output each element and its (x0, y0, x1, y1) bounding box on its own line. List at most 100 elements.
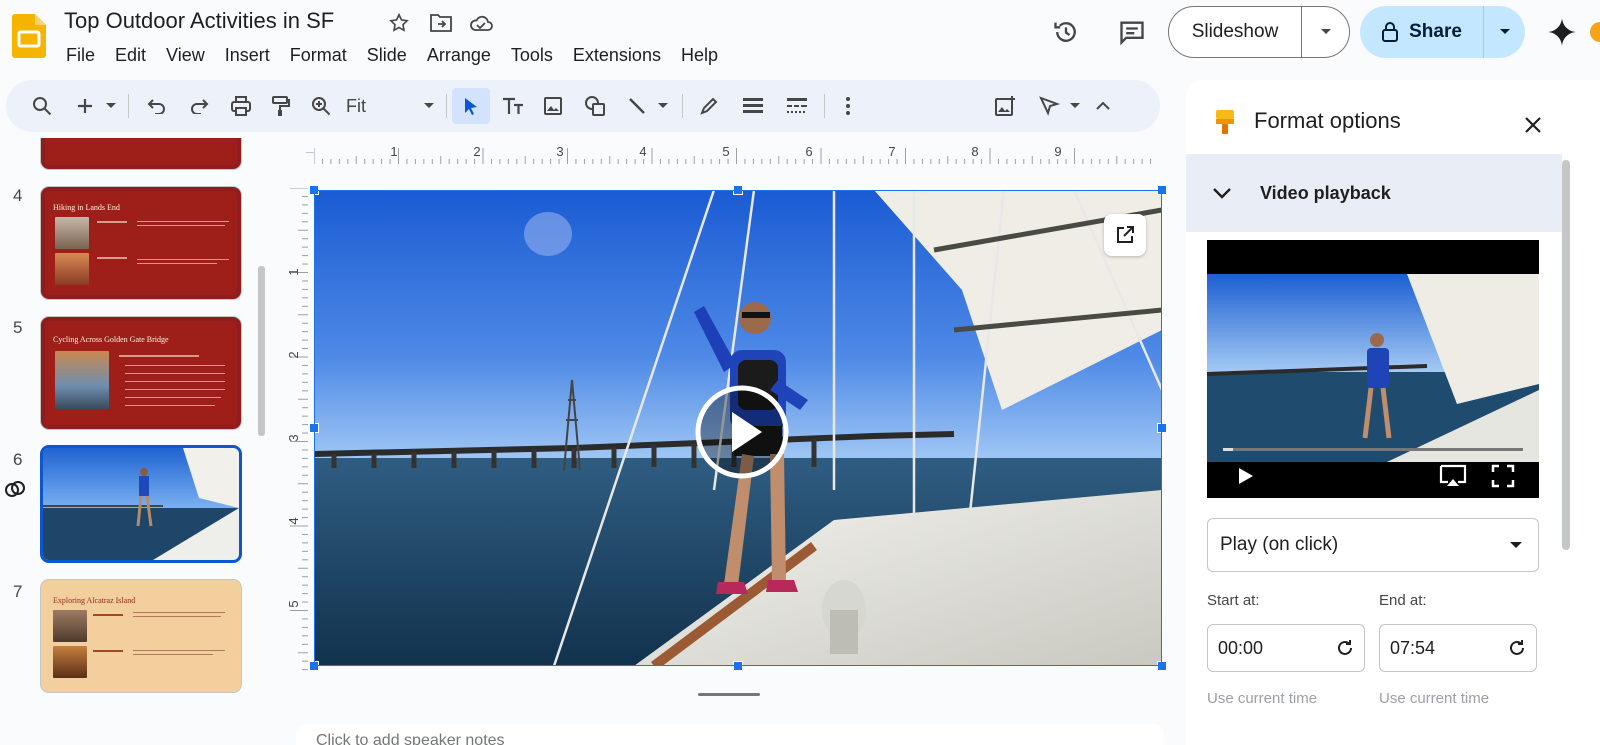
ruler-label: 5 (722, 144, 729, 159)
ruler-label: 2 (473, 144, 480, 159)
play-icon[interactable] (1235, 466, 1255, 486)
share-button[interactable]: Share (1360, 6, 1525, 58)
slide-number: 7 (13, 582, 23, 601)
vertical-ruler: 1 2 3 4 5 (288, 188, 308, 671)
undo-icon[interactable] (140, 88, 174, 124)
share-dropdown-icon[interactable] (1484, 6, 1525, 58)
menu-insert[interactable]: Insert (215, 42, 280, 68)
section-title: Video playback (1260, 182, 1391, 203)
slide-filmstrip[interactable]: 4 Hiking in Lands End 5 Cycling Across G… (0, 138, 278, 745)
paint-format-icon[interactable] (264, 88, 298, 124)
menu-view[interactable]: View (156, 42, 215, 68)
zoom-icon[interactable] (304, 88, 338, 124)
reset-icon[interactable] (1336, 639, 1354, 657)
avatar[interactable] (1590, 22, 1600, 42)
new-slide-dropdown-icon[interactable] (102, 88, 120, 124)
menu-edit[interactable]: Edit (105, 42, 156, 68)
star-icon[interactable] (386, 10, 412, 36)
notes-resize-handle[interactable] (698, 693, 760, 696)
format-select-dropdown-icon[interactable] (1066, 88, 1084, 124)
use-current-time-start[interactable]: Use current time (1207, 690, 1317, 707)
resize-handle[interactable] (309, 661, 319, 671)
resize-handle[interactable] (1157, 661, 1167, 671)
menu-tools[interactable]: Tools (501, 42, 563, 68)
document-title[interactable]: Top Outdoor Activities in SF (64, 6, 334, 36)
pen-icon[interactable] (692, 88, 726, 124)
open-external-icon[interactable] (1104, 214, 1146, 256)
slideshow-button[interactable]: Slideshow (1168, 6, 1350, 58)
ruler-label: 3 (556, 144, 563, 159)
reset-icon[interactable] (1508, 639, 1526, 657)
cloud-status-icon[interactable] (468, 10, 494, 36)
video-preview[interactable] (1207, 240, 1539, 498)
slide-number: 5 (13, 318, 23, 337)
resize-handle[interactable] (1157, 423, 1167, 433)
start-time-value: 00:00 (1218, 637, 1264, 658)
linked-object-icon[interactable] (4, 478, 26, 500)
resize-handle[interactable] (309, 423, 319, 433)
zoom-select[interactable]: Fit (342, 88, 438, 124)
slide-thumbnail-6[interactable] (40, 445, 242, 563)
resize-handle[interactable] (733, 185, 743, 195)
end-time-value: 07:54 (1390, 637, 1436, 658)
line-icon[interactable] (620, 88, 654, 124)
lock-icon (1382, 22, 1399, 42)
menu-arrange[interactable]: Arrange (417, 42, 501, 68)
filmstrip-scrollbar[interactable] (258, 266, 265, 436)
shape-icon[interactable] (578, 88, 612, 124)
print-icon[interactable] (224, 88, 258, 124)
insert-image-icon[interactable] (536, 88, 570, 124)
resize-handle[interactable] (733, 661, 743, 671)
border-weight-icon[interactable] (736, 88, 770, 124)
ruler-label: 4 (288, 517, 301, 524)
search-menus-icon[interactable] (24, 88, 60, 124)
more-options-icon[interactable] (834, 88, 862, 124)
text-box-icon[interactable] (496, 88, 530, 124)
resize-handle[interactable] (1157, 185, 1167, 195)
slide-canvas[interactable] (314, 190, 1162, 666)
fullscreen-icon[interactable] (1491, 464, 1515, 488)
close-icon[interactable] (1518, 110, 1548, 140)
play-mode-select[interactable]: Play (on click) (1207, 518, 1539, 572)
menu-help[interactable]: Help (671, 42, 728, 68)
border-dash-icon[interactable] (780, 88, 814, 124)
end-at-label: End at: (1379, 592, 1427, 609)
version-history-icon[interactable] (1046, 12, 1086, 52)
slideshow-dropdown-icon[interactable] (1302, 7, 1349, 57)
cast-icon[interactable] (1439, 464, 1467, 488)
slide-thumbnail-4[interactable]: Hiking in Lands End (40, 186, 242, 300)
video-playback-section-header[interactable]: Video playback (1186, 154, 1562, 232)
comments-icon[interactable] (1112, 12, 1152, 52)
slides-logo[interactable] (12, 14, 46, 58)
start-time-field[interactable]: 00:00 (1207, 624, 1365, 672)
menu-file[interactable]: File (56, 42, 105, 68)
new-slide-icon[interactable] (70, 88, 100, 124)
speaker-notes[interactable]: Click to add speaker notes (296, 724, 1164, 745)
menu-format[interactable]: Format (280, 42, 357, 68)
move-to-folder-icon[interactable] (428, 10, 454, 36)
ruler-label: 1 (390, 144, 397, 159)
slideshow-label[interactable]: Slideshow (1169, 7, 1302, 57)
gemini-icon[interactable] (1542, 12, 1582, 52)
start-at-label: Start at: (1207, 592, 1260, 609)
collapse-toolbar-icon[interactable] (1088, 88, 1118, 124)
slide-thumbnail-5[interactable]: Cycling Across Golden Gate Bridge (40, 316, 242, 430)
panel-scrollbar[interactable] (1562, 160, 1570, 550)
format-select-icon[interactable] (1032, 88, 1066, 124)
resize-handle[interactable] (309, 185, 319, 195)
menu-extensions[interactable]: Extensions (563, 42, 671, 68)
slide-thumbnail-3[interactable] (40, 138, 242, 170)
line-dropdown-icon[interactable] (654, 88, 672, 124)
menu-bar: File Edit View Insert Format Slide Arran… (56, 42, 728, 68)
play-video-button[interactable] (694, 384, 790, 480)
use-current-time-end[interactable]: Use current time (1379, 690, 1489, 707)
end-time-field[interactable]: 07:54 (1379, 624, 1537, 672)
select-tool-icon[interactable] (452, 88, 490, 124)
share-main[interactable]: Share (1360, 6, 1484, 58)
slide-thumbnail-title: Exploring Alcatraz Island (53, 596, 136, 605)
slide-thumbnail-7[interactable]: Exploring Alcatraz Island (40, 579, 242, 693)
redo-icon[interactable] (182, 88, 216, 124)
replace-image-icon[interactable] (988, 88, 1022, 124)
menu-slide[interactable]: Slide (357, 42, 417, 68)
slide-thumbnail-title: Cycling Across Golden Gate Bridge (53, 335, 169, 344)
